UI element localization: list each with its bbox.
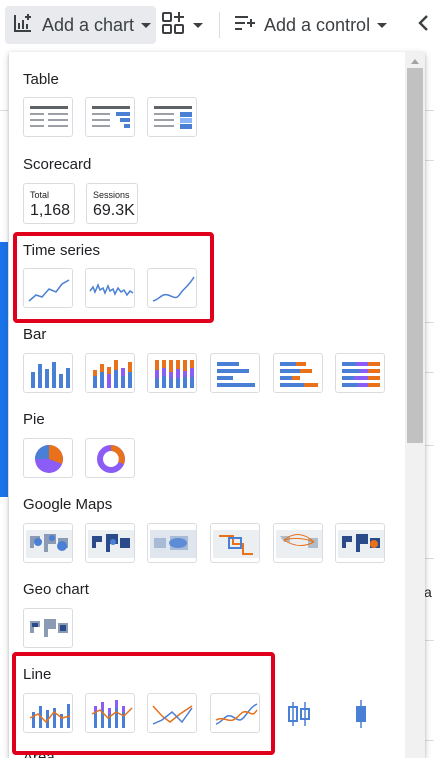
- section-title-geo-chart: Geo chart: [23, 581, 89, 598]
- scorecard-label: Sessions: [93, 190, 130, 200]
- chart-type-menu: Table Scorecard Total 1,168 Sessions 69.…: [9, 52, 425, 758]
- chart-option-filled-candlestick[interactable]: [335, 693, 385, 733]
- chart-option-geo-chart[interactable]: [23, 608, 73, 648]
- chart-option-line-map[interactable]: [210, 523, 260, 563]
- chart-option-bar[interactable]: [210, 353, 260, 393]
- chart-option-table-heatmap[interactable]: [147, 97, 197, 137]
- chevron-left-icon: [417, 13, 431, 38]
- chart-option-stacked-column[interactable]: [85, 353, 135, 393]
- chart-option-100-stacked-bar[interactable]: [335, 353, 385, 393]
- add-component-button[interactable]: [160, 6, 208, 44]
- collapse-button[interactable]: [414, 6, 434, 44]
- scorecard-value: 1,168: [30, 202, 71, 219]
- add-chart-label: Add a chart: [42, 14, 135, 35]
- highlight-box-line: [12, 652, 275, 755]
- chart-option-scorecard[interactable]: Total 1,168: [23, 183, 75, 224]
- section-title-scorecard: Scorecard: [23, 156, 92, 173]
- scorecard-value: 69.3K: [93, 202, 135, 219]
- add-control-button[interactable]: Add a control: [232, 6, 392, 44]
- highlight-box-time-series: [13, 232, 214, 323]
- selected-element-edge: [0, 242, 8, 497]
- chart-option-heatmap[interactable]: [147, 523, 197, 563]
- scorecard-label: Total: [30, 190, 50, 200]
- toolbar-divider: [219, 12, 220, 38]
- toolbar: Add a chart Add a control: [0, 0, 434, 50]
- chevron-down-icon: [141, 22, 152, 28]
- chart-option-filled-bubble-map[interactable]: [335, 523, 385, 563]
- section-title-table: Table: [23, 71, 59, 88]
- chart-option-candlestick[interactable]: [273, 693, 323, 733]
- scrollbar-thumb[interactable]: [407, 68, 423, 443]
- chart-option-stacked-bar[interactable]: [273, 353, 323, 393]
- canvas-cut-text: a: [424, 584, 432, 600]
- chart-option-connection-map[interactable]: [273, 523, 323, 563]
- chart-option-bubble-map[interactable]: [23, 523, 73, 563]
- add-component-icon: [160, 10, 186, 41]
- chevron-down-icon: [377, 22, 388, 28]
- chart-option-pie[interactable]: [23, 438, 73, 478]
- add-chart-icon: [11, 11, 35, 40]
- add-control-label: Add a control: [264, 14, 371, 35]
- chart-option-filled-map[interactable]: [85, 523, 135, 563]
- chart-option-table[interactable]: [23, 97, 73, 137]
- add-chart-button[interactable]: Add a chart: [5, 6, 156, 44]
- chart-option-table-bars[interactable]: [85, 97, 135, 137]
- scroll-up-arrow-icon[interactable]: [411, 59, 419, 64]
- canvas-divider: [0, 110, 8, 111]
- section-title-google-maps: Google Maps: [23, 496, 113, 513]
- chart-option-100-stacked-column[interactable]: [147, 353, 197, 393]
- section-title-bar: Bar: [23, 326, 47, 343]
- chart-option-scorecard-compact[interactable]: Sessions 69.3K: [86, 183, 138, 224]
- chevron-down-icon: [193, 22, 203, 28]
- section-title-pie: Pie: [23, 411, 45, 428]
- chart-option-donut[interactable]: [85, 438, 135, 478]
- filter-control-icon: [232, 11, 256, 40]
- chart-option-column[interactable]: [23, 353, 73, 393]
